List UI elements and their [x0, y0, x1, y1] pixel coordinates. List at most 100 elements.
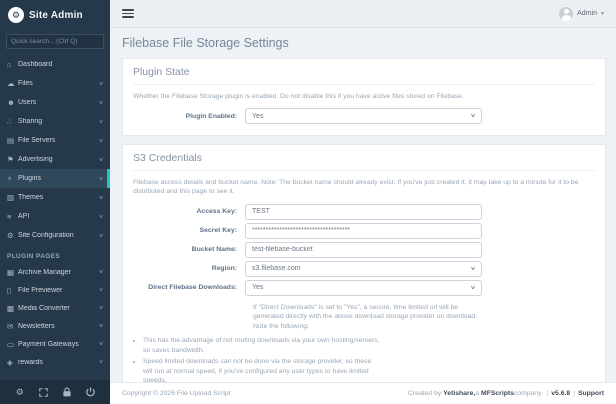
- user-name: Admin: [577, 10, 597, 17]
- support-link[interactable]: Support: [578, 390, 604, 397]
- chevron-down-icon: ∨: [98, 194, 104, 201]
- archive-icon: ▦: [7, 267, 15, 277]
- sidebar-nav: ⌂ Dashboard ☁ Files ∨ ☻ Users ∨ ∴ Sharin…: [0, 53, 110, 380]
- direct-downloads-select[interactable]: Yes ∨: [245, 279, 482, 296]
- file-icon: ▯: [7, 285, 12, 295]
- card-title: S3 Credentials: [133, 152, 595, 172]
- image-icon: ▨: [7, 193, 15, 202]
- plugin-state-card: Plugin State Whether the Filebase Storag…: [122, 58, 606, 137]
- media-icon: ▩: [7, 303, 15, 313]
- region-label: Region:: [211, 265, 237, 273]
- logo-icon: ⚙: [8, 7, 24, 23]
- sidebar-item-themes[interactable]: ▨ Themes ∨: [0, 188, 110, 207]
- sidebar: ⚙ Site Admin ⌂ Dashboard ☁ Files ∨ ☻ Use…: [0, 0, 110, 404]
- chevron-down-icon: ∨: [469, 265, 477, 272]
- cloud-icon: ☁: [7, 79, 15, 88]
- lock-icon[interactable]: [61, 386, 73, 398]
- server-icon: ▤: [7, 136, 15, 145]
- card-title: Plugin State: [133, 66, 595, 85]
- plug-icon: ⚡: [7, 174, 13, 183]
- chevron-down-icon: ∨: [98, 323, 104, 329]
- chevron-down-icon: ∨: [98, 232, 104, 239]
- user-menu[interactable]: Admin ▾: [559, 6, 604, 21]
- page-title: Filebase File Storage Settings: [122, 36, 289, 50]
- sidebar-item-file-servers[interactable]: ▤ File Servers ∨: [0, 131, 110, 150]
- sidebar-item-site-configuration[interactable]: ⚙ Site Configuration ∨: [0, 226, 110, 245]
- chevron-down-icon: ∨: [98, 305, 104, 311]
- chevron-down-icon: ∨: [469, 284, 477, 291]
- app-window: ⚙ Site Admin ⌂ Dashboard ☁ Files ∨ ☻ Use…: [0, 0, 616, 404]
- card-description: Whether the Filebase Storage plugin is e…: [133, 93, 464, 100]
- api-icon: ≡: [7, 212, 12, 221]
- sidebar-item-sharing[interactable]: ∴ Sharing ∨: [0, 112, 110, 131]
- chevron-down-icon: ∨: [98, 137, 104, 144]
- chevron-down-icon: ∨: [98, 269, 104, 275]
- sidebar-item-api[interactable]: ≡ API ∨: [0, 207, 110, 226]
- footer: Copyright © 2026 File Upload Script Crea…: [110, 382, 616, 404]
- access-key-label: Access Key:: [196, 208, 237, 216]
- chevron-down-icon: ∨: [98, 287, 104, 293]
- sidebar-item-archive-manager[interactable]: ▦ Archive Manager ∨: [0, 263, 110, 281]
- users-icon: ☻: [7, 98, 15, 107]
- chevron-down-icon: ▾: [600, 11, 604, 17]
- chevron-down-icon: ∨: [98, 118, 104, 125]
- version-text: v5.6.8: [551, 390, 571, 397]
- yetishare-link[interactable]: Yetishare,: [443, 390, 475, 397]
- chevron-down-icon: ∨: [469, 113, 477, 120]
- bullet-item: Speed limited downloads can not be done …: [143, 357, 380, 382]
- quick-search-input[interactable]: [6, 34, 104, 49]
- bucket-name-label: Bucket Name:: [191, 246, 237, 254]
- sidebar-item-newsletters[interactable]: ✉ Newsletters ∨: [0, 317, 110, 335]
- rewards-icon: ◈: [7, 357, 13, 367]
- sidebar-item-advertising[interactable]: ⚑ Advertising ∨: [0, 150, 110, 169]
- chevron-down-icon: ∨: [98, 213, 104, 220]
- card-description: Filebase access details and bucket name.…: [133, 179, 579, 196]
- bullet-item: This has the advantage of not routing do…: [143, 336, 380, 356]
- page-content: Filebase File Storage Settings Plugin St…: [110, 28, 616, 382]
- home-icon: ⌂: [7, 60, 12, 69]
- expand-icon[interactable]: [37, 386, 49, 398]
- power-icon[interactable]: [84, 386, 96, 398]
- gear-icon[interactable]: ⚙: [14, 386, 26, 398]
- sidebar-item-media-converter[interactable]: ▩ Media Converter ∨: [0, 299, 110, 317]
- sidebar-item-rewards[interactable]: ◈ rewards ∨: [0, 353, 110, 371]
- bucket-name-field[interactable]: [245, 241, 482, 258]
- s3-credentials-card: S3 Credentials Filebase access details a…: [122, 144, 606, 382]
- share-icon: ∴: [7, 117, 12, 126]
- gear-icon: ⚙: [7, 231, 14, 240]
- access-key-field[interactable]: [245, 203, 482, 220]
- copyright-text: Copyright © 2026 File Upload Script: [122, 390, 231, 397]
- main-area: Admin ▾ Filebase File Storage Settings P…: [110, 0, 616, 404]
- sidebar-item-file-previewer[interactable]: ▯ File Previewer ∨: [0, 281, 110, 299]
- chevron-down-icon: ∨: [98, 359, 104, 365]
- secret-key-field[interactable]: [245, 222, 482, 239]
- mfscripts-link[interactable]: MFScripts: [481, 390, 514, 397]
- region-select[interactable]: s3.filebase.com ∨: [245, 260, 482, 277]
- plugin-pages-header: PLUGIN PAGES: [7, 253, 61, 260]
- direct-downloads-bullets: This has the advantage of not routing do…: [143, 336, 380, 382]
- credit-card-icon: ▭: [7, 339, 15, 349]
- app-title: Site Admin: [29, 9, 83, 21]
- plugin-enabled-select[interactable]: Yes ∨: [245, 108, 482, 125]
- sidebar-item-users[interactable]: ☻ Users ∨: [0, 93, 110, 112]
- plugin-enabled-label: Plugin Enabled:: [185, 112, 237, 120]
- envelope-icon: ✉: [7, 321, 14, 331]
- chevron-down-icon: ∨: [98, 80, 104, 87]
- sidebar-footer-bar: ⚙: [0, 380, 110, 404]
- chevron-down-icon: ∨: [98, 99, 104, 106]
- megaphone-icon: ⚑: [7, 155, 14, 164]
- chevron-down-icon: ∨: [98, 175, 104, 182]
- sidebar-item-files[interactable]: ☁ Files ∨: [0, 74, 110, 93]
- sidebar-item-payment-gateways[interactable]: ▭ Payment Gateways ∨: [0, 335, 110, 353]
- chevron-down-icon: ∨: [98, 156, 104, 163]
- topbar: Admin ▾: [110, 0, 616, 28]
- sidebar-item-plugins[interactable]: ⚡ Plugins ∨: [0, 169, 110, 188]
- secret-key-label: Secret Key:: [199, 227, 237, 235]
- direct-downloads-note: If "Direct Downloads" is set to "Yes", a…: [253, 303, 478, 331]
- sidebar-item-dashboard[interactable]: ⌂ Dashboard: [0, 55, 110, 74]
- chevron-down-icon: ∨: [98, 341, 104, 347]
- app-logo[interactable]: ⚙ Site Admin: [0, 0, 110, 28]
- avatar: [559, 6, 574, 21]
- menu-toggle-icon[interactable]: [122, 9, 134, 18]
- direct-downloads-label: Direct Filebase Downloads:: [148, 284, 237, 292]
